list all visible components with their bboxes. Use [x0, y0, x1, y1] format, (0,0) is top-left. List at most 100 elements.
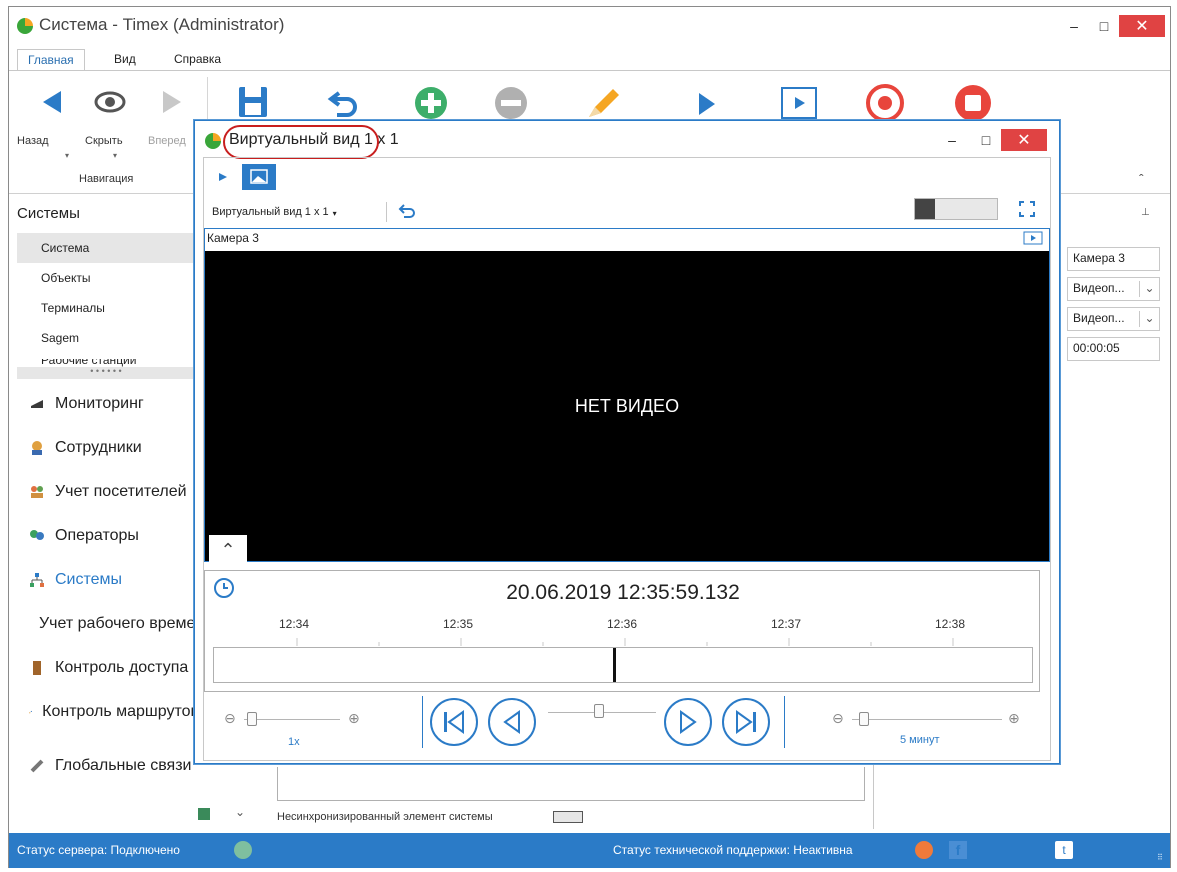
pin-icon[interactable]: ⊥: [1141, 207, 1150, 218]
nav-routes-label: Контроль маршрутов: [42, 703, 199, 720]
view-mode-button[interactable]: [242, 164, 276, 190]
play-forward-button[interactable]: [664, 698, 712, 746]
zoom-out-icon[interactable]: ⊖: [224, 710, 236, 727]
tree-item-system[interactable]: Система: [41, 241, 89, 255]
twitter-icon[interactable]: t: [1055, 841, 1073, 859]
nav-global-links[interactable]: Глобальные связи: [29, 757, 191, 775]
undo-icon[interactable]: [398, 202, 418, 220]
nav-systems[interactable]: Системы: [29, 571, 122, 589]
play-backward-button[interactable]: [488, 698, 536, 746]
video-clip-icon[interactable]: [1023, 231, 1043, 245]
tab-view[interactable]: Вид: [104, 49, 146, 69]
resize-grip-icon[interactable]: ⠿: [1157, 853, 1163, 862]
menu-bar: Главная Вид Справка: [9, 45, 1170, 73]
view-dropdown-value: Виртуальный вид 1 x 1: [212, 206, 329, 218]
zoom-in-icon[interactable]: ⊕: [348, 710, 360, 727]
chevron-down-icon[interactable]: ▾: [65, 151, 69, 160]
chevron-down-icon[interactable]: ▾: [113, 151, 117, 160]
range-slider[interactable]: [852, 719, 1002, 720]
duration-field[interactable]: 00:00:05: [1067, 337, 1160, 361]
employees-icon: [32, 441, 42, 455]
chevron-down-icon[interactable]: ⌄: [1139, 311, 1159, 327]
tab-help[interactable]: Справка: [164, 49, 231, 69]
config-icon[interactable]: [197, 807, 211, 821]
tree-item-sagem[interactable]: Sagem: [41, 331, 79, 345]
hide-button-label[interactable]: Скрыть: [85, 135, 123, 147]
vwin-minimize-button[interactable]: –: [937, 129, 967, 151]
facebook-icon[interactable]: f: [949, 841, 967, 859]
video-select-2[interactable]: Видеоп... ⌄: [1067, 307, 1160, 331]
step-back-button[interactable]: [430, 698, 478, 746]
support-status: Статус технической поддержки: Неактивна: [613, 843, 853, 857]
tree-item-terminals[interactable]: Терминалы: [41, 301, 105, 315]
video-clip-icon[interactable]: [779, 85, 819, 121]
zoom-in-icon[interactable]: ⊕: [1008, 710, 1020, 727]
nav-routes[interactable]: Контроль маршрутов: [29, 703, 199, 721]
view-dropdown[interactable]: Виртуальный вид 1 x 1 ▾: [212, 206, 337, 218]
nav-access-control[interactable]: Контроль доступа: [29, 659, 199, 677]
nav-systems-label: Системы: [55, 571, 123, 588]
nav-monitoring[interactable]: Мониторинг: [29, 395, 144, 413]
fullscreen-icon[interactable]: [1018, 200, 1036, 218]
speed-slider[interactable]: [244, 719, 340, 720]
splitter-grip-icon[interactable]: • • • • • •: [17, 367, 195, 376]
undo-icon[interactable]: [327, 85, 361, 119]
video-area[interactable]: НЕТ ВИДЕО: [205, 251, 1049, 561]
nav-visitors[interactable]: Учет посетителей: [29, 483, 199, 501]
camera-field[interactable]: Камера 3: [1067, 247, 1160, 271]
step-forward-button[interactable]: [722, 698, 770, 746]
play-icon[interactable]: [695, 89, 719, 119]
systems-icon: [30, 573, 44, 587]
save-icon[interactable]: [237, 85, 269, 119]
controls-separator: [422, 696, 423, 748]
minimize-button[interactable]: –: [1059, 15, 1089, 37]
chevron-down-icon[interactable]: ⌄: [235, 805, 245, 819]
forward-arrow-icon[interactable]: [157, 87, 187, 117]
vwin-maximize-button[interactable]: □: [971, 129, 1001, 151]
no-video-label: НЕТ ВИДЕО: [574, 395, 680, 416]
eye-icon[interactable]: [93, 87, 127, 117]
video-select-1-value: Видеоп...: [1073, 281, 1125, 295]
pencil-icon[interactable]: [583, 83, 623, 123]
video-select-1[interactable]: Видеоп... ⌄: [1067, 277, 1160, 301]
nav-operators[interactable]: Операторы: [29, 527, 139, 545]
zoom-out-icon[interactable]: ⊖: [832, 710, 844, 727]
range-slider-knob[interactable]: [859, 712, 869, 726]
chevron-down-icon[interactable]: ⌄: [1139, 281, 1159, 297]
play-small-icon[interactable]: [218, 172, 228, 182]
nav-employees[interactable]: Сотрудники: [29, 439, 142, 457]
toggle-switch[interactable]: [914, 198, 998, 220]
back-arrow-icon[interactable]: [37, 87, 67, 117]
back-button-label[interactable]: Назад: [17, 135, 49, 147]
timeline-panel: 20.06.2019 12:35:59.132 12:34 12:35 12:3…: [204, 570, 1040, 692]
expand-up-button[interactable]: ⌃: [209, 535, 247, 563]
chevron-up-icon: ⌃: [220, 540, 236, 560]
splitter[interactable]: • • • • • •: [17, 367, 195, 379]
remove-icon[interactable]: [493, 85, 529, 121]
tree-item-objects[interactable]: Объекты: [41, 271, 91, 285]
add-icon[interactable]: [413, 85, 449, 121]
stop-icon[interactable]: [953, 83, 993, 123]
step-back-icon: [444, 710, 464, 734]
server-status-indicator: [234, 841, 252, 859]
record-icon[interactable]: [865, 83, 905, 123]
close-button[interactable]: ✕: [1119, 15, 1165, 37]
vwin-close-button[interactable]: ✕: [1001, 129, 1047, 151]
vwin-content: Виртуальный вид 1 x 1 ▾ Камера 3 НЕТ ВИДЕ…: [203, 157, 1051, 761]
maximize-button[interactable]: □: [1089, 15, 1119, 37]
nav-visitors-label: Учет посетителей: [55, 483, 187, 500]
highlight-ellipse: [223, 125, 379, 159]
tick-label: 12:35: [443, 617, 474, 631]
chevron-down-icon[interactable]: ▾: [333, 209, 337, 218]
collapse-ribbon-icon[interactable]: ˆ: [1139, 171, 1144, 187]
forward-button-label[interactable]: Вперед: [148, 135, 186, 147]
timeline-track[interactable]: [213, 647, 1033, 683]
legend-swatch: [553, 811, 583, 823]
app-logo-icon: [17, 18, 33, 34]
jog-slider-knob[interactable]: [594, 704, 604, 718]
speed-slider-knob[interactable]: [246, 712, 257, 726]
camera-pane[interactable]: Камера 3 НЕТ ВИДЕО ⌃: [204, 228, 1050, 563]
image-icon: [250, 169, 268, 184]
nav-timesheet[interactable]: Учет рабочего времени: [29, 615, 199, 633]
timeline-cursor[interactable]: [613, 648, 617, 682]
